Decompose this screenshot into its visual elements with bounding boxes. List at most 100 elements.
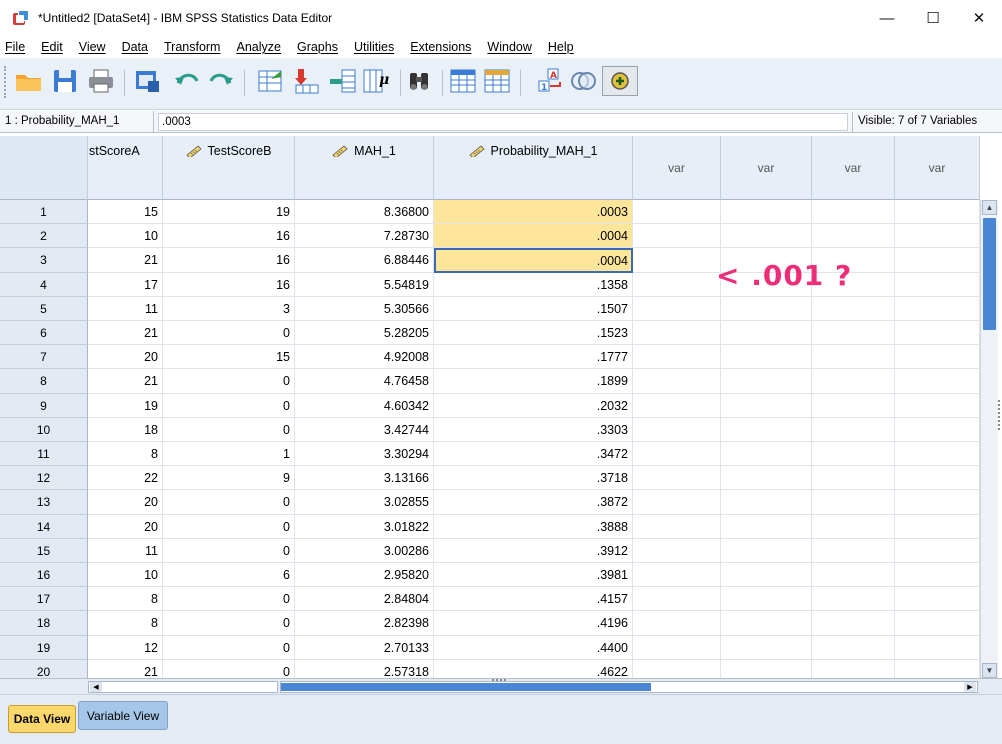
scroll-left-arrow-icon[interactable]: ◀ — [90, 682, 102, 692]
empty-cell[interactable] — [895, 611, 980, 636]
empty-cell[interactable] — [633, 200, 721, 225]
go-to-case-icon[interactable] — [254, 66, 288, 96]
data-cell[interactable]: 15 — [163, 345, 295, 370]
empty-cell[interactable] — [633, 345, 721, 370]
menu-file[interactable]: File — [0, 40, 33, 54]
menu-view[interactable]: View — [71, 40, 114, 54]
dialog-recall-icon[interactable] — [130, 66, 164, 96]
data-cell[interactable]: .0004 — [434, 248, 633, 273]
row-number[interactable]: 13 — [0, 490, 88, 515]
data-cell[interactable]: .1507 — [434, 296, 633, 321]
data-cell[interactable]: 20 — [88, 345, 163, 370]
data-cell[interactable]: 6 — [163, 563, 295, 588]
redo-icon[interactable] — [204, 66, 238, 96]
data-cell[interactable]: 12 — [88, 635, 163, 660]
row-number[interactable]: 6 — [0, 321, 88, 346]
data-cell[interactable]: 0 — [163, 393, 295, 418]
cell-value-field[interactable]: .0003 — [158, 113, 848, 131]
splitter-grip[interactable] — [998, 400, 1002, 430]
data-cell[interactable]: .3872 — [434, 490, 633, 515]
maximize-button[interactable]: ☐ — [910, 0, 956, 36]
scroll-down-arrow-icon[interactable]: ▼ — [982, 663, 997, 678]
data-cell[interactable]: 17 — [88, 272, 163, 297]
data-cell[interactable]: 16 — [163, 272, 295, 297]
row-number[interactable]: 3 — [0, 248, 88, 273]
open-folder-icon[interactable] — [12, 66, 46, 96]
empty-cell[interactable] — [895, 321, 980, 346]
row-number[interactable]: 9 — [0, 393, 88, 418]
empty-cell[interactable] — [895, 538, 980, 563]
row-number[interactable]: 7 — [0, 345, 88, 370]
empty-cell[interactable] — [721, 442, 812, 467]
grid-corner[interactable] — [0, 136, 88, 200]
menu-graphs[interactable]: Graphs — [289, 40, 346, 54]
empty-cell[interactable] — [633, 417, 721, 442]
empty-cell[interactable] — [812, 587, 895, 612]
menu-analyze[interactable]: Analyze — [228, 40, 288, 54]
row-number[interactable]: 4 — [0, 272, 88, 297]
data-cell[interactable]: .3472 — [434, 442, 633, 467]
empty-cell[interactable] — [895, 466, 980, 491]
data-cell[interactable]: 0 — [163, 587, 295, 612]
row-number[interactable]: 17 — [0, 587, 88, 612]
empty-cell[interactable] — [633, 296, 721, 321]
print-icon[interactable] — [84, 66, 118, 96]
empty-cell[interactable] — [633, 514, 721, 539]
data-cell[interactable]: 2.57318 — [295, 659, 434, 678]
row-number[interactable]: 11 — [0, 442, 88, 467]
empty-cell[interactable] — [895, 200, 980, 225]
empty-cell[interactable] — [633, 393, 721, 418]
data-cell[interactable]: .4157 — [434, 587, 633, 612]
data-cell[interactable]: 3 — [163, 296, 295, 321]
value-labels-icon[interactable]: A1 — [534, 66, 568, 96]
row-number[interactable]: 18 — [0, 611, 88, 636]
data-cell[interactable]: .1523 — [434, 321, 633, 346]
empty-cell[interactable] — [721, 417, 812, 442]
data-cell[interactable]: 0 — [163, 514, 295, 539]
empty-cell[interactable] — [633, 563, 721, 588]
column-header-probability-mah-1[interactable]: Probability_MAH_1 — [434, 136, 633, 200]
row-number[interactable]: 20 — [0, 659, 88, 678]
data-cell[interactable]: .4622 — [434, 659, 633, 678]
pane-splitter-grip[interactable] — [492, 679, 506, 682]
data-cell[interactable]: 11 — [88, 296, 163, 321]
empty-cell[interactable] — [895, 635, 980, 660]
column-header-var[interactable]: var — [633, 136, 721, 200]
row-number[interactable]: 2 — [0, 224, 88, 249]
row-number[interactable]: 12 — [0, 466, 88, 491]
empty-cell[interactable] — [633, 466, 721, 491]
menu-utilities[interactable]: Utilities — [346, 40, 402, 54]
empty-cell[interactable] — [721, 393, 812, 418]
data-cell[interactable]: .2032 — [434, 393, 633, 418]
empty-cell[interactable] — [721, 563, 812, 588]
column-header-var[interactable]: var — [721, 136, 812, 200]
row-number[interactable]: 15 — [0, 538, 88, 563]
data-cell[interactable]: 15 — [88, 200, 163, 225]
data-cell[interactable]: 9 — [163, 466, 295, 491]
empty-cell[interactable] — [895, 490, 980, 515]
menu-data[interactable]: Data — [114, 40, 156, 54]
empty-cell[interactable] — [721, 369, 812, 394]
variables-icon[interactable] — [326, 66, 360, 96]
empty-cell[interactable] — [721, 538, 812, 563]
column-header-var[interactable]: var — [895, 136, 980, 200]
empty-cell[interactable] — [812, 611, 895, 636]
data-cell[interactable]: 5.28205 — [295, 321, 434, 346]
empty-cell[interactable] — [721, 587, 812, 612]
menu-edit[interactable]: Edit — [33, 40, 71, 54]
data-cell[interactable]: 19 — [88, 393, 163, 418]
empty-cell[interactable] — [721, 200, 812, 225]
empty-cell[interactable] — [633, 611, 721, 636]
empty-cell[interactable] — [812, 417, 895, 442]
data-cell[interactable]: 11 — [88, 538, 163, 563]
spss-app-icon[interactable] — [13, 10, 29, 26]
empty-cell[interactable] — [812, 514, 895, 539]
empty-cell[interactable] — [812, 635, 895, 660]
empty-cell[interactable] — [721, 514, 812, 539]
data-cell[interactable]: 7.28730 — [295, 224, 434, 249]
empty-cell[interactable] — [895, 417, 980, 442]
data-cell[interactable]: 10 — [88, 563, 163, 588]
data-cell[interactable]: 0 — [163, 321, 295, 346]
empty-cell[interactable] — [895, 442, 980, 467]
data-cell[interactable]: 20 — [88, 490, 163, 515]
